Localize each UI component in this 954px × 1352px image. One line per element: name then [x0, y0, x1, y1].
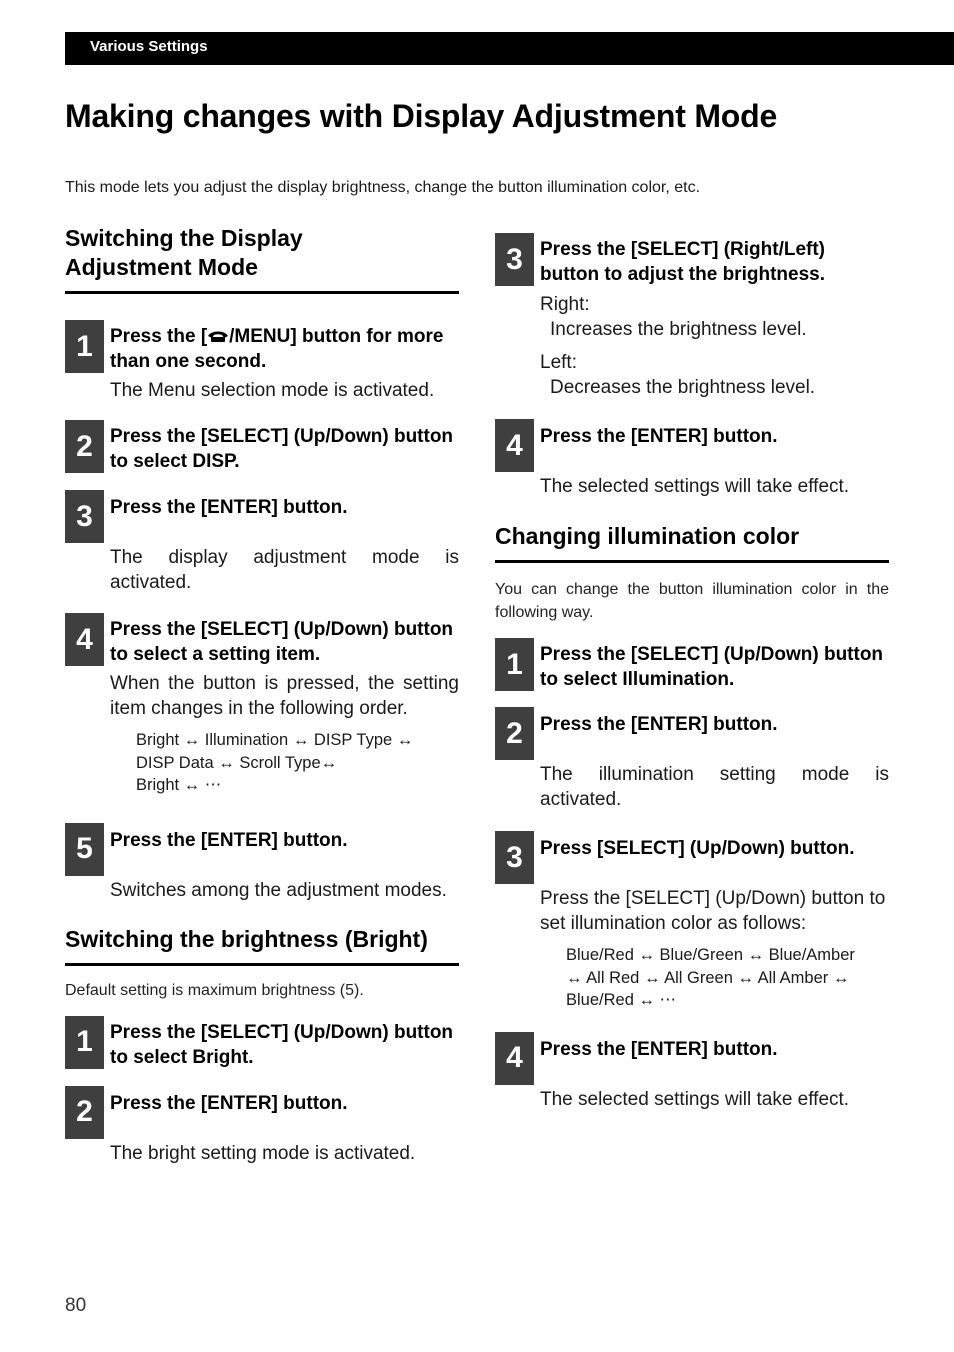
step-number: 4	[495, 419, 534, 472]
page-number: 80	[65, 1295, 87, 1316]
step-number: 5	[65, 822, 104, 876]
sequence-line: ↔ All Red ↔ All Green ↔ All Amber ↔	[566, 968, 850, 987]
mode-step-5: 5 Press the [ENTER] button. Switches amo…	[65, 822, 459, 903]
mode-step-3: 3 Press the [ENTER] button. The display …	[65, 490, 459, 595]
right-description: Increases the brightness level.	[550, 319, 807, 340]
section-header-label: Various Settings	[90, 38, 208, 55]
step-heading: Press the [/MENU] button for more than o…	[110, 320, 459, 374]
bright-step-3: 3 Press the [SELECT] (Right/Left) button…	[495, 233, 889, 400]
step-body: The Menu selection mode is activated.	[110, 380, 435, 401]
sequence-line: Bright ↔ ⋯	[136, 776, 222, 794]
step-heading: Press [SELECT] (Up/Down) button.	[540, 838, 855, 859]
step-body: Press the [SELECT] (Up/Down) button to s…	[540, 888, 886, 934]
step-heading: Press the [SELECT] (Up/Down) button to s…	[540, 644, 884, 690]
step-number: 3	[495, 831, 534, 884]
step-body: The selected settings will take effect.	[540, 1088, 850, 1110]
step-body: The illumination setting mode is activat…	[540, 764, 889, 810]
illum-step-4: 4 Press the [ENTER] button. The selected…	[495, 1031, 889, 1112]
mode-step-1: 1 Press the [/MENU] button for more than…	[65, 320, 459, 403]
intro-text: This mode lets you adjust the display br…	[65, 179, 701, 196]
left-description: Decreases the brightness level.	[550, 377, 816, 398]
mode-step-2: 2 Press the [SELECT] (Up/Down) button to…	[65, 420, 459, 474]
step-heading: Press the [ENTER] button.	[110, 829, 348, 851]
bright-step-4: 4 Press the [ENTER] button. The selected…	[495, 419, 889, 499]
step-number: 1	[65, 320, 104, 373]
step-heading: Press the [ENTER] button.	[540, 1038, 778, 1060]
step-heading: Press the [ENTER] button.	[110, 1092, 348, 1114]
right-column: 3 Press the [SELECT] (Right/Left) button…	[495, 233, 889, 1112]
section-title-brightness: Switching the brightness (Bright)	[65, 925, 459, 966]
step-body: The bright setting mode is activated.	[110, 1142, 416, 1164]
sequence-line: DISP Data ↔ Scroll Type↔	[136, 753, 338, 772]
section-title-illumination: Changing illumination color	[495, 522, 889, 563]
step-heading: Press the [SELECT] (Up/Down) button to s…	[110, 426, 454, 472]
title-line: Adjustment Mode	[65, 254, 258, 280]
section-title-switching-mode: Switching the Display Adjustment Mode	[65, 224, 459, 294]
title-line: Switching the Display	[65, 225, 303, 251]
step-number: 2	[495, 707, 534, 760]
step-number: 1	[65, 1015, 104, 1069]
bright-step-1: 1 Press the [SELECT] (Up/Down) button to…	[65, 1015, 459, 1070]
phone-icon	[208, 331, 229, 342]
section-header-bar: Various Settings	[65, 32, 954, 65]
heading-text: Press the [	[110, 326, 208, 347]
step-number: 4	[65, 613, 104, 666]
step-number: 3	[65, 490, 104, 543]
step-heading: Press the [SELECT] (Up/Down) button to s…	[110, 619, 454, 665]
step-body: When the button is pressed, the setting …	[110, 673, 459, 719]
step-body: The display adjustment mode is activated…	[110, 547, 459, 593]
left-column: Switching the Display Adjustment Mode 1 …	[65, 224, 459, 1166]
sequence-line: Blue/Red ↔ Blue/Green ↔ Blue/Amber	[566, 946, 855, 964]
illumination-note: You can change the button illumination c…	[495, 581, 889, 621]
bright-step-2: 2 Press the [ENTER] button. The bright s…	[65, 1085, 459, 1166]
brightness-note: Default setting is maximum brightness (5…	[65, 981, 364, 999]
step-number: 3	[495, 233, 534, 286]
step-body: Right: Increases the brightness level. L…	[540, 292, 889, 400]
illum-step-3: 3 Press [SELECT] (Up/Down) button. Press…	[495, 831, 889, 1012]
step-number: 2	[65, 420, 104, 473]
step-heading: Press the [ENTER] button.	[110, 497, 348, 518]
right-label: Right:	[540, 294, 590, 315]
step-heading: Press the [SELECT] (Up/Down) button to s…	[110, 1021, 454, 1068]
color-order-sequence: Blue/Red ↔ Blue/Green ↔ Blue/Amber ↔ All…	[566, 944, 889, 1012]
step-heading: Press the [SELECT] (Right/Left) button t…	[540, 239, 826, 285]
page-title: Making changes with Display Adjustment M…	[65, 98, 778, 134]
sequence-line: Blue/Red ↔ ⋯	[566, 991, 677, 1009]
step-body: Switches among the adjustment modes.	[110, 879, 447, 901]
illum-step-1: 1 Press the [SELECT] (Up/Down) button to…	[495, 638, 889, 692]
illum-step-2: 2 Press the [ENTER] button. The illumina…	[495, 707, 889, 812]
step-body: The selected settings will take effect.	[540, 476, 850, 497]
setting-order-sequence: Bright ↔ Illumination ↔ DISP Type ↔ DISP…	[136, 729, 459, 797]
sequence-line: Bright ↔ Illumination ↔ DISP Type ↔	[136, 731, 414, 749]
left-label: Left:	[540, 352, 577, 373]
step-number: 1	[495, 638, 534, 691]
step-number: 2	[65, 1085, 104, 1139]
step-heading: Press the [ENTER] button.	[540, 714, 778, 735]
step-number: 4	[495, 1031, 534, 1085]
step-heading: Press the [ENTER] button.	[540, 426, 778, 447]
mode-step-4: 4 Press the [SELECT] (Up/Down) button to…	[65, 613, 459, 797]
